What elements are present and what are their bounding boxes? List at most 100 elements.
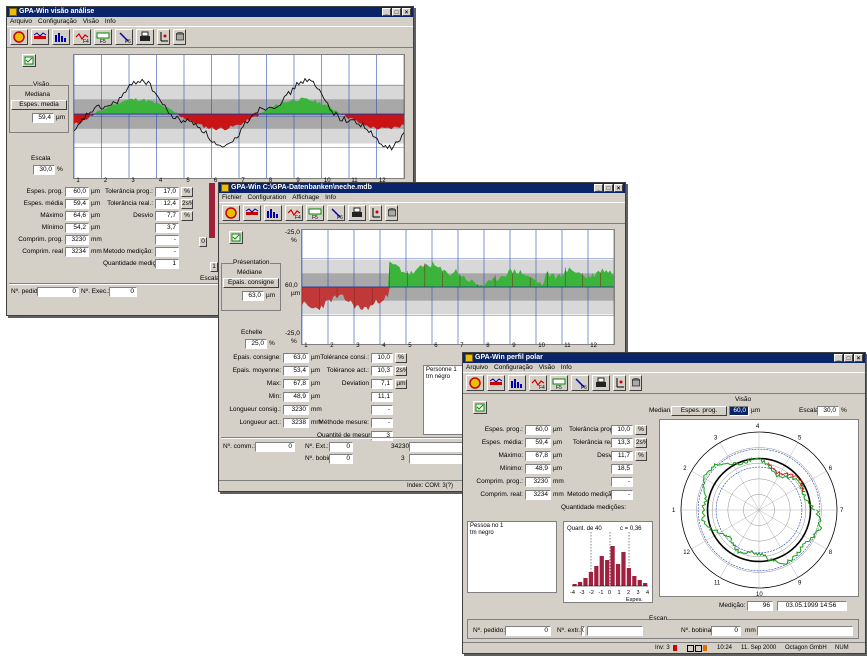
view-type-button[interactable]: Espes. prog. — [671, 406, 727, 416]
menu-arquivo[interactable]: Arquivo — [466, 363, 488, 372]
maximize-button[interactable]: □ — [844, 354, 853, 362]
view-value-field[interactable]: 59,4 — [32, 113, 54, 123]
bar-chart-icon[interactable] — [52, 29, 70, 45]
stat-value-field[interactable]: - — [155, 247, 179, 257]
stat-value-field[interactable]: - — [611, 477, 633, 487]
bar-chart-icon[interactable] — [508, 375, 526, 391]
field-b[interactable] — [409, 454, 465, 464]
f4-profile-icon[interactable]: F4 — [529, 375, 547, 391]
stat-value-field[interactable]: 63,0 — [283, 353, 309, 363]
field-a[interactable] — [409, 442, 465, 452]
profile-icon[interactable] — [243, 205, 261, 221]
order-number-field[interactable]: 0 — [37, 287, 79, 297]
stat-value-field[interactable]: 10,0 — [371, 353, 393, 363]
database-icon[interactable] — [385, 205, 398, 221]
coil-number-field[interactable]: 0 — [711, 626, 741, 636]
f5-icon[interactable]: F5 — [550, 375, 568, 391]
profile-icon[interactable] — [487, 375, 505, 391]
database-icon[interactable] — [629, 375, 642, 391]
extruder-number-field[interactable]: 0 — [581, 626, 585, 636]
menu-configuracao[interactable]: Configuração — [38, 17, 77, 26]
menu-arquivo[interactable]: Arquivo — [10, 17, 32, 26]
menu-configuracao[interactable]: Configuração — [494, 363, 533, 372]
stat-value-field[interactable]: 3230 — [65, 235, 89, 245]
menu-info[interactable]: Info — [105, 17, 116, 26]
print-icon[interactable] — [592, 375, 610, 391]
stat-value-field[interactable]: 3234 — [525, 490, 551, 500]
f5-icon[interactable]: F5 — [94, 29, 112, 45]
check-button[interactable] — [473, 401, 487, 414]
coil-number-field[interactable]: 0 — [329, 454, 353, 464]
close-button[interactable]: × — [402, 8, 411, 16]
stat-value-field[interactable]: 59,4 — [525, 438, 551, 448]
order-number-field[interactable]: 0 — [255, 442, 295, 452]
measurement-field[interactable]: 96 — [747, 601, 773, 611]
stat-value-field[interactable]: 3230 — [525, 477, 551, 487]
minimize-button[interactable]: _ — [834, 354, 843, 362]
f6-icon[interactable]: F6 — [571, 375, 589, 391]
menu-affichage[interactable]: Affichage — [292, 193, 319, 202]
axis-icon[interactable] — [369, 205, 382, 221]
close-button[interactable]: × — [614, 184, 623, 192]
title-bar[interactable]: GPA-Win C:\GPA-Datenbanken\neche.mdb _ □… — [219, 183, 625, 193]
menu-info[interactable]: Info — [561, 363, 572, 372]
stat-value-field[interactable]: 3,7 — [155, 223, 179, 233]
stat-value-field[interactable]: 48,9 — [283, 392, 309, 402]
stat-value-field[interactable]: - — [371, 405, 393, 415]
stat-value-field[interactable]: 60,0 — [65, 187, 89, 197]
maximize-button[interactable]: □ — [392, 8, 401, 16]
print-icon[interactable] — [136, 29, 154, 45]
order-number-field[interactable]: 0 — [505, 626, 551, 636]
stat-value-field[interactable]: 10,0 — [611, 425, 633, 435]
title-bar[interactable]: GPA-Win visão análise _ □ × — [7, 7, 413, 17]
view-value-field[interactable]: 63,0 — [242, 291, 264, 301]
stat-value-field[interactable]: 3234 — [65, 247, 89, 257]
stat-value-field[interactable]: 11,7 — [611, 451, 633, 461]
stat-value-field[interactable]: 1 — [155, 259, 179, 269]
stat-value-field[interactable]: 60,0 — [525, 425, 551, 435]
axis-icon[interactable] — [157, 29, 170, 45]
extruder-extra-field[interactable] — [587, 626, 643, 636]
stat-value-field[interactable]: 67,8 — [283, 379, 309, 389]
menu-info[interactable]: Info — [325, 193, 336, 202]
minimize-button[interactable]: _ — [382, 8, 391, 16]
measurement-date-field[interactable]: 03.05.1999 14:56 — [777, 601, 847, 611]
check-button[interactable] — [22, 54, 36, 67]
stat-value-field[interactable]: 59,4 — [65, 199, 89, 209]
stat-value-field[interactable]: 64,6 — [65, 211, 89, 221]
menu-configuration[interactable]: Configuration — [248, 193, 287, 202]
analysis-icon[interactable] — [222, 205, 240, 221]
f4-profile-icon[interactable]: F4 — [285, 205, 303, 221]
stat-value-field[interactable]: 18,5 — [611, 464, 633, 474]
stat-value-field[interactable]: 3 — [371, 431, 393, 441]
view-type-button[interactable]: Epais. consigne — [223, 278, 279, 288]
stat-value-field[interactable]: 13,3 — [611, 438, 633, 448]
notes-memo[interactable]: Pessoa no 1 tm negro — [467, 521, 557, 593]
view-mode[interactable]: Médiane — [237, 269, 262, 277]
stat-value-field[interactable]: 7,1 — [371, 379, 393, 389]
close-button[interactable]: × — [854, 354, 863, 362]
stat-value-field[interactable]: 3238 — [283, 418, 309, 428]
minimize-button[interactable]: _ — [594, 184, 603, 192]
stat-value-field[interactable]: 11,1 — [371, 392, 393, 402]
ext-number-field[interactable]: 0 — [329, 442, 353, 452]
axis-icon[interactable] — [613, 375, 626, 391]
title-bar[interactable]: GPA-Win perfil polar _ □ × — [463, 353, 865, 363]
stat-value-field[interactable]: 53,4 — [283, 366, 309, 376]
side-button-0[interactable]: 0 — [199, 237, 207, 247]
view-value-field[interactable]: 60,0 — [729, 406, 749, 416]
stat-value-field[interactable]: 67,8 — [525, 451, 551, 461]
scale-field[interactable]: 25,0 — [245, 339, 267, 349]
scale-field[interactable]: 30,0 — [33, 165, 55, 175]
stat-value-field[interactable]: 7,7 — [155, 211, 179, 221]
side-button-1[interactable]: 1 — [210, 262, 218, 272]
analysis-icon[interactable] — [466, 375, 484, 391]
f5-icon[interactable]: F5 — [306, 205, 324, 221]
stat-value-field[interactable]: 3230 — [283, 405, 309, 415]
maximize-button[interactable]: □ — [604, 184, 613, 192]
stat-value-field[interactable]: 54,2 — [65, 223, 89, 233]
menu-visao[interactable]: Visão — [83, 17, 99, 26]
menu-fichier[interactable]: Fichier — [222, 193, 242, 202]
stat-value-field[interactable]: 12,4 — [155, 199, 179, 209]
profile-icon[interactable] — [31, 29, 49, 45]
